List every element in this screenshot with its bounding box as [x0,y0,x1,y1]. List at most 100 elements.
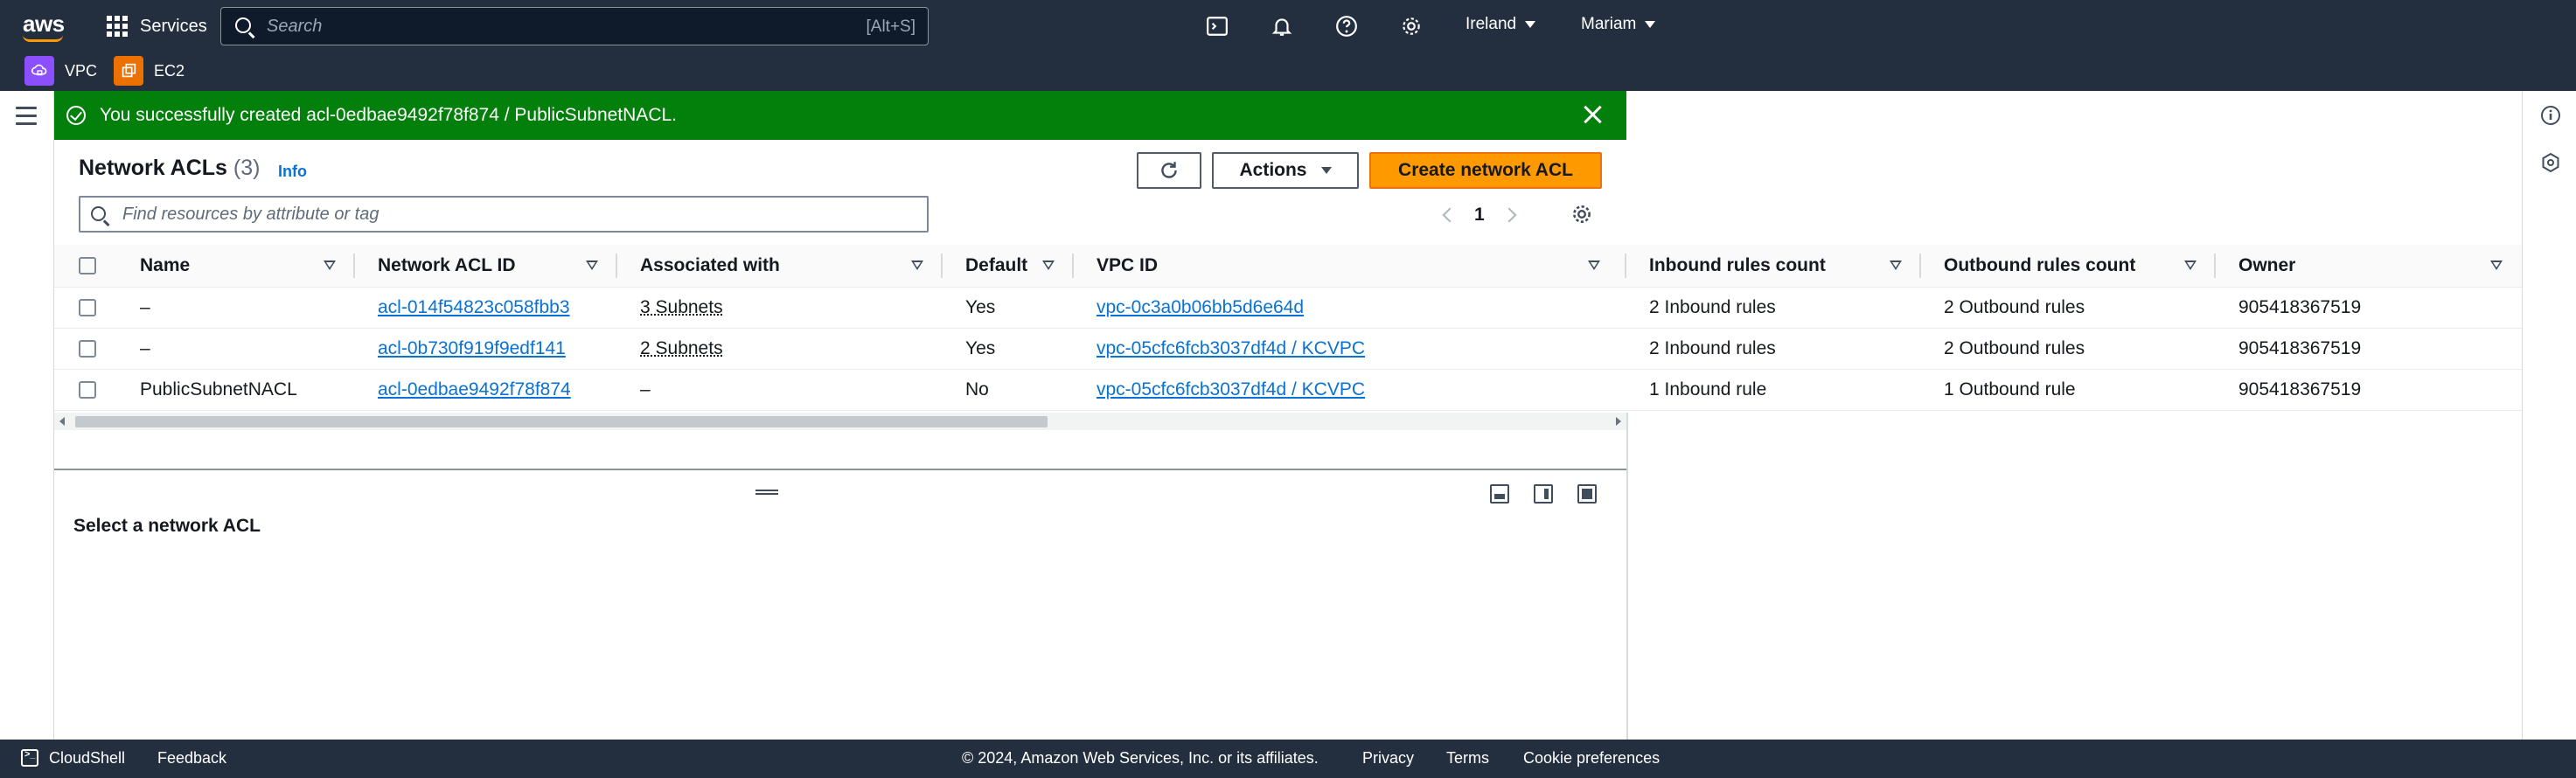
associated-subnets-link[interactable]: 2 Subnets [640,338,723,358]
table-row[interactable]: 2 Inbound rules 2 Outbound rules 9054183… [1626,328,2522,370]
menu-icon[interactable] [16,107,37,130]
filter-input[interactable]: Find resources by attribute or tag [79,196,929,233]
close-icon[interactable] [1581,103,1604,126]
preferences-gear-icon[interactable] [1570,203,1593,226]
column-header-inbound[interactable]: Inbound rules count [1626,245,1921,288]
table-header-row: Inbound rules count Outbound rules count… [1626,245,2522,288]
sort-icon[interactable] [324,260,336,270]
column-header-outbound[interactable]: Outbound rules count [1921,245,2216,288]
region-selector[interactable]: Ireland [1466,15,1536,34]
caret-down-icon [1525,21,1536,28]
column-header-associated[interactable]: Associated with [617,245,943,288]
column-label: Owner [2238,254,2296,275]
cloudshell-link[interactable]: CloudShell [49,749,125,768]
aws-logo[interactable]: aws [23,10,65,38]
cell-name: – [117,328,355,370]
scroll-right-icon[interactable] [1616,417,1621,426]
cell-vpc-id: vpc-05cfc6fcb3037df4d / KCVPC [1074,328,1626,370]
cell-associated: 3 Subnets [617,287,943,329]
split-panel: Select a network ACL [54,469,1626,740]
services-menu-button[interactable]: Services [107,12,207,40]
sort-icon[interactable] [1042,260,1055,270]
flash-message: You successfully created acl-0edbae9492f… [100,105,677,125]
sort-icon[interactable] [1588,260,1600,270]
user-label: Mariam [1581,15,1637,33]
favorites-bar [0,52,2576,91]
favorite-vpc-label: VPC [65,61,98,80]
content-divider [1626,413,1628,740]
select-all-checkbox[interactable] [79,257,96,275]
help-icon[interactable] [1334,14,1359,38]
privacy-link[interactable]: Privacy [1362,749,1414,768]
favorite-ec2[interactable]: EC2 [114,55,184,87]
sort-icon[interactable] [1890,260,1902,270]
notifications-icon[interactable] [1270,14,1294,38]
account-menu[interactable]: Mariam [1581,15,1656,34]
aws-logo-smile [23,35,63,42]
split-panel-hide-icon[interactable] [1577,484,1597,504]
acl-id-link[interactable]: acl-0edbae9492f78f874 [378,379,571,399]
sort-icon[interactable] [2490,260,2503,270]
pagination: 1 [1442,205,1517,226]
column-label: Network ACL ID [378,254,516,275]
previous-page-icon[interactable] [1442,207,1458,223]
page-title-text: Network ACLs [79,156,227,180]
row-checkbox[interactable] [79,298,96,316]
current-page[interactable]: 1 [1474,205,1485,226]
next-page-icon[interactable] [1501,207,1517,223]
table-row[interactable]: PublicSubnetNACL acl-0edbae9492f78f874 –… [54,369,1626,411]
actions-dropdown-button[interactable]: Actions [1212,152,1359,189]
terms-link[interactable]: Terms [1446,749,1489,768]
table-row[interactable]: 1 Inbound rule 1 Outbound rule 905418367… [1626,369,2522,411]
column-header-vpc-id[interactable]: VPC ID [1074,245,1626,288]
associated-subnets-link[interactable]: 3 Subnets [640,297,723,317]
table-row[interactable]: – acl-014f54823c058fbb3 3 Subnets Yes vp… [54,287,1626,329]
cloudshell-icon[interactable] [1205,14,1229,38]
ec2-service-icon [114,56,143,86]
table-row[interactable]: 2 Inbound rules 2 Outbound rules 9054183… [1626,287,2522,329]
favorite-vpc[interactable]: VPC [24,55,97,87]
resource-panel-icon[interactable] [2540,152,2561,173]
cell-associated: – [617,369,943,411]
cookie-preferences-link[interactable]: Cookie preferences [1523,749,1660,768]
column-header-default[interactable]: Default [943,245,1074,288]
network-acl-table: Name Network ACL ID Associated with Defa… [54,245,1626,469]
row-checkbox[interactable] [79,339,96,358]
column-header-acl-id[interactable]: Network ACL ID [355,245,617,288]
column-header-name[interactable]: Name [117,245,355,288]
column-label: Default [965,254,1028,275]
row-select-cell [54,369,117,411]
cell-outbound: 2 Outbound rules [1921,287,2216,329]
cell-acl-id: acl-0edbae9492f78f874 [355,369,617,411]
cell-vpc-id: vpc-0c3a0b06bb5d6e64d [1074,287,1626,329]
feedback-link[interactable]: Feedback [157,749,226,768]
create-network-acl-button[interactable]: Create network ACL [1369,152,1602,189]
info-panel-icon[interactable] [2540,105,2561,126]
cell-owner: 905418367519 [2216,287,2522,329]
split-panel-bottom-icon[interactable] [1490,484,1509,504]
acl-id-link[interactable]: acl-0b730f919f9edf141 [378,338,566,358]
horizontal-scrollbar[interactable] [54,413,1626,430]
row-checkbox[interactable] [79,380,96,399]
vpc-id-link[interactable]: vpc-0c3a0b06bb5d6e64d [1097,297,1304,317]
search-input[interactable]: Search [Alt+S] [220,7,929,45]
cloudshell-icon[interactable] [21,749,38,767]
sort-icon[interactable] [911,260,923,270]
scrollbar-thumb[interactable] [75,416,1048,427]
sort-icon[interactable] [2184,260,2197,270]
vpc-id-link[interactable]: vpc-05cfc6fcb3037df4d / KCVPC [1097,338,1365,358]
refresh-button[interactable] [1137,152,1201,189]
info-link[interactable]: Info [278,163,307,181]
scroll-left-icon[interactable] [59,417,65,426]
caret-down-icon [1320,167,1332,174]
cell-default: Yes [943,328,1074,370]
acl-id-link[interactable]: acl-014f54823c058fbb3 [378,297,570,317]
resize-handle-icon[interactable] [755,490,778,495]
vpc-id-link[interactable]: vpc-05cfc6fcb3037df4d / KCVPC [1097,379,1365,399]
settings-gear-icon[interactable] [1399,14,1424,38]
vpc-service-icon [24,56,54,86]
split-panel-side-icon[interactable] [1534,484,1553,504]
column-header-owner[interactable]: Owner [2216,245,2522,288]
table-row[interactable]: – acl-0b730f919f9edf141 2 Subnets Yes vp… [54,328,1626,370]
sort-icon[interactable] [586,260,598,270]
